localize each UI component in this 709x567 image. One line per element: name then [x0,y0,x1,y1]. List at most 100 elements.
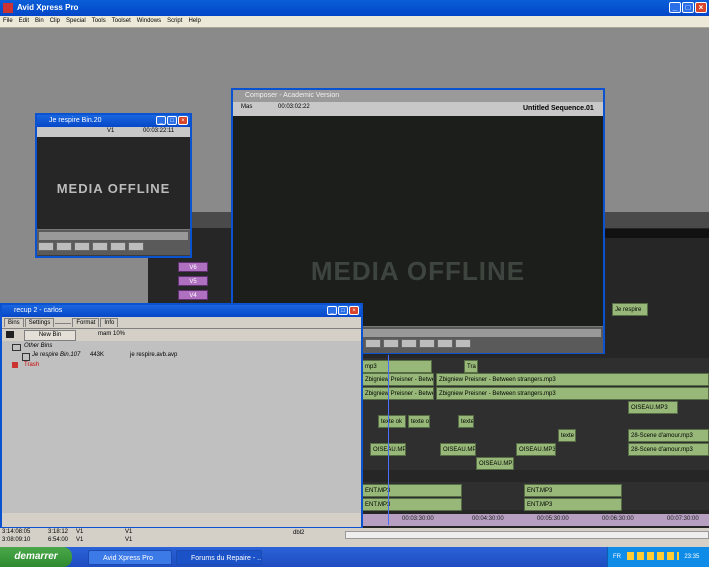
menu-windows[interactable]: Windows [134,16,164,27]
clip-je-respire[interactable]: Je respire [612,303,648,316]
play-button[interactable] [38,242,54,251]
bin-row-size: 443K [90,352,105,358]
maximize-icon[interactable]: □ [338,306,348,315]
close-icon[interactable]: × [695,2,707,13]
tab-icon[interactable] [55,323,72,324]
bin-list: Other Bins Je respire Bin.107 443K je re… [2,341,361,513]
clip-mp3[interactable]: mp3 [362,360,432,373]
info-row-1-c: V1 [76,529,84,535]
task-forums[interactable]: Forums du Repaire - ... [176,550,262,565]
bin-row-name[interactable]: Je respire Bin.107 [32,352,80,358]
bin-row-file: je respire.avb.avp [130,352,178,358]
source-viewer[interactable]: MEDIA OFFLINE [37,137,190,229]
clip-ent-4[interactable]: ENT.MP3 [524,498,622,511]
minimize-icon[interactable]: _ [669,2,681,13]
clip-tra[interactable]: Tra [464,360,478,373]
trash-label[interactable]: Trash [24,362,39,368]
tab-bins[interactable]: Bins [4,318,24,327]
clip-ent-3[interactable]: ENT.MP3 [362,498,462,511]
bin-window: recup 2 - carlos _ □ × Bins Settings Forma… [0,303,363,529]
tab-settings[interactable]: Settings [24,318,55,327]
overwrite-button[interactable] [128,242,144,251]
composer-viewer[interactable]: MEDIA OFFLINE [233,116,603,326]
menu-edit[interactable]: Edit [16,16,32,27]
source-monitor-title: Je respire Bin.20 [49,117,102,124]
composer-offline-text: MEDIA OFFLINE [310,256,526,286]
minimize-icon[interactable]: _ [156,116,166,125]
menu-toolset[interactable]: Toolset [109,16,134,27]
source-offline-text: MEDIA OFFLINE [56,181,171,196]
clip-texte-3[interactable]: texte [458,415,474,428]
ruler-tick-2: 00:04:30:00 [472,516,504,522]
mark-in-button[interactable] [74,242,90,251]
tray-icons[interactable] [626,552,679,561]
mark-in-button[interactable] [401,339,417,348]
timeline-ruler[interactable]: 00:03:30:00 00:04:30:00 00:05:30:00 00:0… [362,514,709,526]
play-button[interactable] [365,339,381,348]
clip-oiseau-5[interactable]: OISEAU.MP3 [476,457,514,470]
bin-title-bar: recup 2 - carlos _ □ × [2,305,361,317]
source-track: V1 [107,128,115,134]
menu-special[interactable]: Special [63,16,89,27]
clip-zb2[interactable]: Zbigniew Preisner - Between strangers.mp… [436,373,709,386]
clip-texte-4[interactable]: texte [558,429,576,442]
bin-menu-icon[interactable] [6,331,14,338]
menu-bin[interactable]: Bin [32,16,47,27]
playhead[interactable] [388,355,389,525]
clip-ent-1[interactable]: ENT.MP3 [362,484,462,497]
rewind-button[interactable] [383,339,399,348]
minimize-icon[interactable]: _ [327,306,337,315]
start-button[interactable]: demarrer [0,547,72,567]
maximize-icon[interactable]: □ [682,2,694,13]
menu-script[interactable]: Script [164,16,185,27]
clip-scene-1[interactable]: 28-Scene d'amour.mp3 [628,429,709,442]
task-avid[interactable]: Avid Xpress Pro [88,550,172,565]
maximize-icon[interactable]: □ [167,116,177,125]
menu-clip[interactable]: Clip [47,16,63,27]
clip-texte-2[interactable]: texte ok [408,415,430,428]
ruler-tick-1: 00:03:30:00 [402,516,434,522]
clip-scene-2[interactable]: 28-Scene d'amour.mp3 [628,443,709,456]
menu-tools[interactable]: Tools [89,16,109,27]
track-label-v6[interactable]: V6 [178,262,208,272]
track-a8 [362,456,709,470]
clip-zb4[interactable]: Zbigniew Preisner - Between strangers.mp… [436,387,709,400]
timeline-h-scrollbar[interactable] [345,531,709,539]
menu-file[interactable]: File [0,16,16,27]
info-row-1-b: 3:18:12 [48,529,69,535]
tab-format[interactable]: Format [72,318,100,327]
clip-ent-2[interactable]: ENT.MP3 [524,484,622,497]
clip-oiseau-4[interactable]: OISEAU.MP3 [516,443,556,456]
bin-toolbar: New Bin mam 10% [2,328,361,341]
other-bins-label[interactable]: Other Bins [24,343,52,349]
language-indicator[interactable]: FR [613,554,621,560]
source-controls [37,229,190,255]
source-scrub-bar[interactable] [39,232,188,240]
composer-label: Mas [241,104,253,110]
close-icon[interactable]: × [349,306,359,315]
clip-oiseau-1[interactable]: OISEAU.MP3 [628,401,678,414]
track-label-v4[interactable]: V4 [178,290,208,300]
go-to-in-button[interactable] [437,339,453,348]
info-row-1-a: 3:14:08:05 [2,529,31,535]
clip-zb1[interactable]: Zbigniew Preisner - Between st [362,373,434,386]
info-row-2-a: 3:08:09:10 [2,537,31,543]
mark-out-button[interactable] [419,339,435,348]
clip-texte-1[interactable]: texte ok [378,415,406,428]
mark-out-button[interactable] [92,242,108,251]
source-info-bar: V1 00:03:22:11 [37,127,190,137]
go-to-out-button[interactable] [455,339,471,348]
new-bin-button[interactable]: New Bin [24,330,76,341]
clock: 23:35 [684,554,700,560]
clip-zb3[interactable]: Zbigniew Preisner - Between st [362,387,434,400]
tab-info[interactable]: Info [100,318,119,327]
app-icon [3,3,13,13]
ruler-tick-4: 00:06:30:00 [602,516,634,522]
timeline-scroll[interactable] [603,229,709,238]
close-icon[interactable]: × [178,116,188,125]
track-label-v5[interactable]: V5 [178,276,208,286]
menu-help[interactable]: Help [185,16,203,27]
clip-oiseau-3[interactable]: OISEAU.MP3 [440,443,476,456]
step-button[interactable] [56,242,72,251]
splice-button[interactable] [110,242,126,251]
